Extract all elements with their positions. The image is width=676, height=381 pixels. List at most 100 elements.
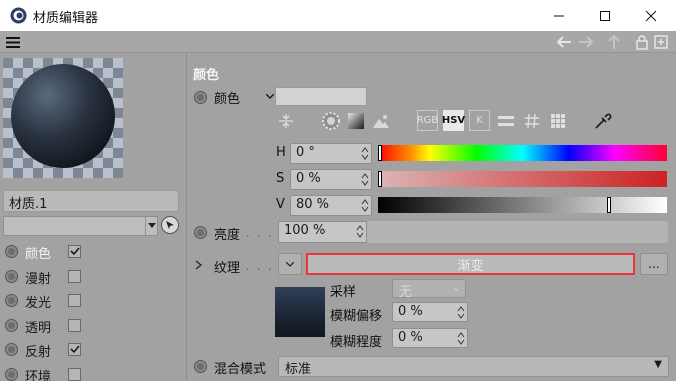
spinner-icon[interactable]: [361, 146, 369, 161]
brightness-animate-radio[interactable]: [194, 226, 207, 239]
channel-label: 环境: [25, 369, 52, 381]
texture-thumbnail[interactable]: [275, 287, 325, 337]
blur-offset-field[interactable]: 0 %: [392, 302, 468, 322]
channel-checkbox[interactable]: [68, 318, 81, 332]
left-pane: 材质.1 颜色漫射发光透明 反射环境: [0, 53, 186, 381]
channel-checkbox[interactable]: [68, 343, 81, 356]
spinner-icon[interactable]: [356, 224, 364, 239]
slider-mode-icon[interactable]: [495, 110, 516, 131]
blur-offset-label: 模糊偏移: [330, 309, 383, 324]
pane-divider[interactable]: [186, 53, 187, 381]
value-value: 80 %: [296, 197, 330, 212]
title-bar: 材质编辑器: [0, 0, 676, 31]
channel-animate-radio[interactable]: [5, 343, 18, 356]
blend-mode-label: 混合模式: [214, 362, 267, 377]
channel-label: 漫射: [25, 271, 52, 287]
minimize-icon: [554, 15, 564, 16]
blend-animate-radio[interactable]: [194, 360, 207, 373]
image-icon[interactable]: [370, 110, 391, 131]
channel-item[interactable]: 发光: [0, 289, 186, 314]
blur-level-field[interactable]: 0 %: [392, 328, 468, 348]
color-label: 颜色: [214, 92, 241, 107]
pick-button[interactable]: [161, 216, 179, 234]
material-preview: [3, 58, 123, 178]
toolbar: [0, 31, 676, 53]
kelvin-mode-button[interactable]: K: [469, 110, 490, 131]
color-animate-radio[interactable]: [194, 91, 207, 104]
spinner-icon[interactable]: [361, 172, 369, 187]
value-slider[interactable]: [378, 197, 667, 213]
saturation-field[interactable]: 0 %: [290, 169, 372, 190]
channel-animate-radio[interactable]: [5, 318, 18, 332]
channel-list: 颜色漫射发光透明 反射环境: [0, 240, 186, 381]
swatch-grid-icon[interactable]: [547, 110, 568, 131]
brightness-field[interactable]: 100 %: [278, 221, 367, 243]
channel-checkbox[interactable]: [68, 367, 81, 381]
close-icon: [645, 10, 657, 21]
blur-offset-value: 0 %: [398, 304, 423, 319]
checkmark-icon: [69, 345, 80, 354]
blend-mode-select[interactable]: 标准 ▼: [278, 356, 669, 377]
minimize-button[interactable]: [536, 0, 582, 31]
spinner-icon[interactable]: [361, 198, 369, 213]
blur-level-label: 模糊程度: [330, 335, 383, 350]
material-name-field[interactable]: 材质.1: [3, 190, 179, 212]
up-arrow-icon[interactable]: [606, 34, 622, 50]
channel-label: 发光: [25, 296, 52, 311]
chevron-down-icon: ⌄: [451, 281, 461, 294]
spinner-icon[interactable]: [457, 331, 465, 346]
texture-menu-button[interactable]: [278, 253, 302, 275]
sampling-select[interactable]: 无 ⌄: [392, 279, 466, 300]
value-slider-handle[interactable]: [607, 197, 612, 213]
color-wheel-icon[interactable]: [320, 110, 341, 131]
channel-checkbox[interactable]: [68, 269, 81, 283]
channel-item[interactable]: 漫射: [0, 265, 186, 290]
channel-item[interactable]: 透明: [0, 314, 186, 339]
hue-slider-handle[interactable]: [378, 145, 382, 161]
chevron-down-icon: ▼: [654, 359, 662, 370]
saturation-slider-handle[interactable]: [378, 171, 382, 187]
channel-checkbox[interactable]: [68, 294, 81, 307]
new-window-icon[interactable]: [653, 34, 669, 50]
brightness-slider[interactable]: [367, 221, 668, 243]
channel-checkbox[interactable]: [68, 245, 81, 258]
brightness-value: 100 %: [284, 223, 326, 238]
channel-item[interactable]: 反射: [0, 338, 186, 363]
sampling-label: 采样: [330, 285, 357, 300]
hsv-mode-button[interactable]: HSV: [442, 110, 465, 131]
channel-animate-radio[interactable]: [5, 294, 18, 307]
layer-dropdown[interactable]: [3, 216, 158, 236]
chevron-down-icon[interactable]: [266, 94, 274, 99]
hue-slider[interactable]: [378, 145, 667, 161]
v-label: V: [276, 197, 285, 212]
texture-gradient-button[interactable]: 渐变: [306, 253, 635, 275]
eyedropper-icon[interactable]: [592, 110, 613, 131]
chevron-down-icon: [286, 261, 294, 267]
close-button[interactable]: [628, 0, 674, 31]
spinner-icon[interactable]: [457, 305, 465, 320]
hamburger-menu-icon[interactable]: [6, 37, 20, 48]
more-button[interactable]: ...: [640, 253, 668, 275]
sampling-value: 无: [399, 285, 413, 300]
color-swatch[interactable]: [275, 87, 367, 106]
spectrum-icon[interactable]: [345, 110, 366, 131]
saturation-slider[interactable]: [378, 171, 667, 187]
lock-icon[interactable]: [634, 34, 650, 50]
channel-animate-radio[interactable]: [5, 367, 18, 381]
forward-arrow-icon[interactable]: [578, 34, 594, 50]
channel-item[interactable]: 颜色: [0, 240, 186, 265]
channel-animate-radio[interactable]: [5, 269, 18, 283]
channel-item[interactable]: 环境: [0, 363, 186, 381]
channel-animate-radio[interactable]: [5, 245, 18, 258]
hue-field[interactable]: 0 °: [290, 143, 372, 164]
back-arrow-icon[interactable]: [556, 34, 572, 50]
saturation-value: 0 %: [296, 171, 321, 186]
maximize-icon: [600, 10, 610, 21]
blur-level-value: 0 %: [398, 330, 423, 345]
chevron-right-icon[interactable]: [195, 260, 203, 270]
rgb-mode-button[interactable]: RGB: [417, 110, 438, 131]
compress-icon[interactable]: [275, 110, 296, 131]
maximize-button[interactable]: [582, 0, 628, 31]
hex-mode-icon[interactable]: [521, 110, 542, 131]
value-field[interactable]: 80 %: [290, 195, 372, 216]
